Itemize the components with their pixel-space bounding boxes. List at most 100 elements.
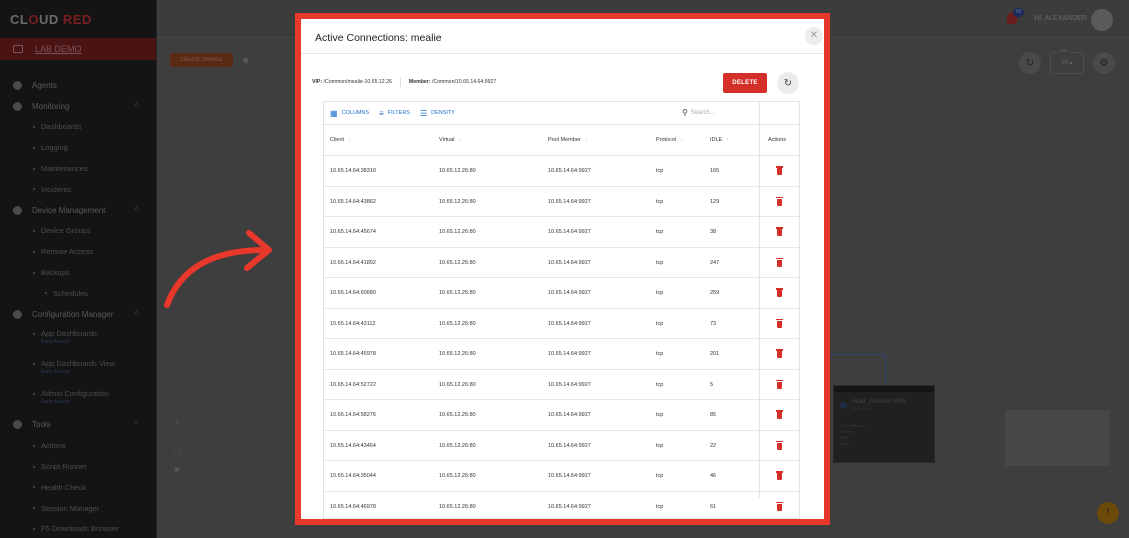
sidebar-item-schedules[interactable]: Schedules: [0, 283, 156, 304]
refresh-icon[interactable]: ↻: [1019, 52, 1041, 74]
zoom-out-icon[interactable]: −: [174, 433, 179, 443]
trash-icon[interactable]: [776, 196, 783, 206]
settings-gear-icon[interactable]: ⚙: [1093, 52, 1115, 74]
logo-suffix: RED: [62, 11, 92, 27]
table-row[interactable]: 10.65.14.64:38310 10.65.12.26:80 10.65.14.…: [324, 156, 799, 187]
sidebar-item-health-check[interactable]: Health Check: [0, 477, 156, 498]
header-protocol[interactable]: Protocol ↑: [656, 137, 683, 143]
size-select[interactable]: Size 20 ▾: [1050, 48, 1084, 74]
sort-arrow-icon: ↑: [726, 137, 729, 143]
trash-icon[interactable]: [776, 288, 783, 297]
sidebar-item-f5-downloads-browser[interactable]: F5 Downloads Browser: [0, 519, 156, 538]
header-client[interactable]: Client ↑: [330, 137, 351, 143]
cell-idle: 259: [710, 290, 720, 296]
sidebar-item-agents[interactable]: Agents: [0, 75, 156, 96]
sidebar-item-session-manager[interactable]: Session Manager: [0, 498, 156, 519]
bullet-icon: [33, 362, 35, 365]
sidebar-item-maintenances[interactable]: Maintenances: [0, 158, 156, 179]
bullet-icon: [33, 250, 35, 253]
fit-view-icon[interactable]: ⛶: [174, 448, 180, 459]
sidebar-item-monitoring[interactable]: Monitoring ^: [0, 96, 156, 117]
sidebar-item-tools[interactable]: Tools ^: [0, 415, 156, 436]
user-greeting[interactable]: HI, ALEXANDER: [1034, 15, 1087, 22]
table-row[interactable]: 10.65.14.64:43464 10.65.12.26:80 10.65.14.…: [324, 431, 799, 461]
sidebar-item-label: Monitoring: [32, 101, 70, 111]
workspace-selector[interactable]: LAB DEMO: [0, 38, 156, 60]
avatar[interactable]: [1091, 9, 1113, 31]
trash-icon[interactable]: [776, 471, 783, 480]
trash-icon[interactable]: [776, 257, 783, 267]
sidebar-item-admin-configuration[interactable]: Admin Configuration Early Access: [0, 385, 156, 415]
density-button[interactable]: ☰ DENSITY: [420, 109, 455, 118]
sort-arrow-icon: ↑: [584, 137, 588, 143]
zoom-in-icon[interactable]: +: [174, 418, 179, 428]
bullet-icon: [33, 486, 35, 489]
cell-client: 10.65.14.64:52722: [330, 381, 376, 388]
trash-icon[interactable]: [776, 166, 783, 175]
table-row[interactable]: 10.65.14.64:60680 10.65.12.26:80 10.65.14.…: [324, 278, 799, 309]
sidebar-item-script-runner[interactable]: Script Runner: [0, 456, 156, 477]
connector-line: [830, 354, 886, 355]
trash-icon[interactable]: [776, 410, 783, 419]
app-logo[interactable]: CL O UD RED: [0, 0, 156, 38]
header-idle[interactable]: IDLE ↑: [710, 137, 729, 143]
delete-button[interactable]: DELETE: [723, 73, 767, 93]
trash-icon[interactable]: [776, 379, 783, 389]
close-icon[interactable]: ✕: [805, 27, 823, 45]
search-input[interactable]: ⚲ Search…: [682, 108, 716, 117]
trash-icon[interactable]: [776, 318, 783, 328]
sidebar-item-label: Configuration Manager: [32, 309, 114, 319]
trash-icon[interactable]: [776, 349, 783, 358]
table-row[interactable]: 10.65.14.64:41892 10.65.12.26:80 10.65.14.…: [324, 248, 799, 278]
header-pool-member[interactable]: Pool Member ↑: [548, 137, 587, 143]
sidebar-item-label: Session Manager: [41, 503, 100, 513]
filters-button[interactable]: ≡ FILTERS: [379, 109, 410, 118]
sidebar-item-backups[interactable]: Backups: [0, 262, 156, 283]
lock-icon[interactable]: ■: [174, 464, 179, 474]
header-label: Pool Member: [548, 137, 581, 143]
sidebar-item-logging[interactable]: Logging: [0, 137, 156, 158]
table-row[interactable]: 10.65.14.64:46978 10.65.12.26:80 10.65.14.…: [324, 492, 799, 520]
trash-icon[interactable]: [776, 227, 783, 236]
sidebar-item-configuration-manager[interactable]: Configuration Manager ^: [0, 304, 156, 325]
table-row[interactable]: 10.65.14.64:45978 10.65.12.26:80 10.65.14.…: [324, 339, 799, 370]
table-row[interactable]: 10.65.14.64:52722 10.65.12.26:80 10.65.14.…: [324, 370, 799, 400]
cell-protocol: tcp: [656, 442, 664, 449]
sidebar-item-app-dashboards[interactable]: App Dashboards Early Access: [0, 325, 156, 355]
sidebar-item-app-dashboards-view[interactable]: App Dashboards View Early Access: [0, 355, 156, 385]
sidebar-item-device-groups[interactable]: Device Groups: [0, 221, 156, 242]
table-row[interactable]: 10.65.14.64:43112 10.65.12.26:80 10.65.14.…: [324, 309, 799, 339]
table-row[interactable]: 10.65.14.64:35044 10.65.12.26:80 10.65.14.…: [324, 461, 799, 492]
minimap[interactable]: [1005, 410, 1110, 466]
table-row[interactable]: 10.65.14.64:58276 10.65.12.26:80 10.65.14.…: [324, 400, 799, 431]
table-row[interactable]: 10.65.14.64:45674 10.65.12.26:80 10.65.14.…: [324, 217, 799, 248]
sidebar-item-remote-access[interactable]: Remote Access: [0, 241, 156, 262]
trash-icon[interactable]: [776, 440, 783, 450]
cell-idle: 5: [710, 381, 714, 388]
feedback-icon[interactable]: !: [1097, 502, 1119, 524]
cell-client: 10.65.14.64:43862: [330, 198, 376, 205]
bullet-icon: [33, 125, 35, 128]
sort-arrow-icon: ↑: [348, 137, 351, 143]
sidebar-item-actions[interactable]: Actions: [0, 435, 156, 456]
refresh-icon[interactable]: ↻: [777, 72, 799, 94]
sidebar-item-dashboards[interactable]: Dashboards: [0, 117, 156, 138]
cell-virtual: 10.65.12.26:80: [439, 503, 476, 510]
sidebar-item-device-management[interactable]: Device Management ^: [0, 200, 156, 221]
cell-idle: 46: [710, 473, 717, 479]
connection-info: VIP: /Common/mealie-10.65.12.26 Member: …: [312, 77, 496, 87]
chevron-up-icon: ^: [134, 102, 138, 110]
create-change-button[interactable]: CREATE CHANGE: [170, 53, 233, 67]
sidebar-item-incidents[interactable]: Incidents: [0, 179, 156, 200]
pool-member-node[interactable]: dead_member:9999 10.65.14.78 Connections…: [833, 385, 935, 463]
cell-virtual: 10.65.12.26:80: [439, 229, 476, 235]
bullet-icon: [33, 271, 35, 274]
bullet-icon: [33, 507, 35, 510]
people-icon[interactable]: ☻: [241, 55, 250, 65]
columns-button[interactable]: ▦ COLUMNS: [330, 109, 369, 118]
active-connections-modal: Active Connections: mealie ✕ VIP: /Commo…: [301, 19, 824, 519]
cell-idle: 129: [710, 198, 720, 205]
table-row[interactable]: 10.65.14.64:43862 10.65.12.26:80 10.65.14.…: [324, 187, 799, 217]
trash-icon[interactable]: [776, 501, 783, 511]
header-virtual[interactable]: Virtual ↑: [439, 137, 461, 143]
